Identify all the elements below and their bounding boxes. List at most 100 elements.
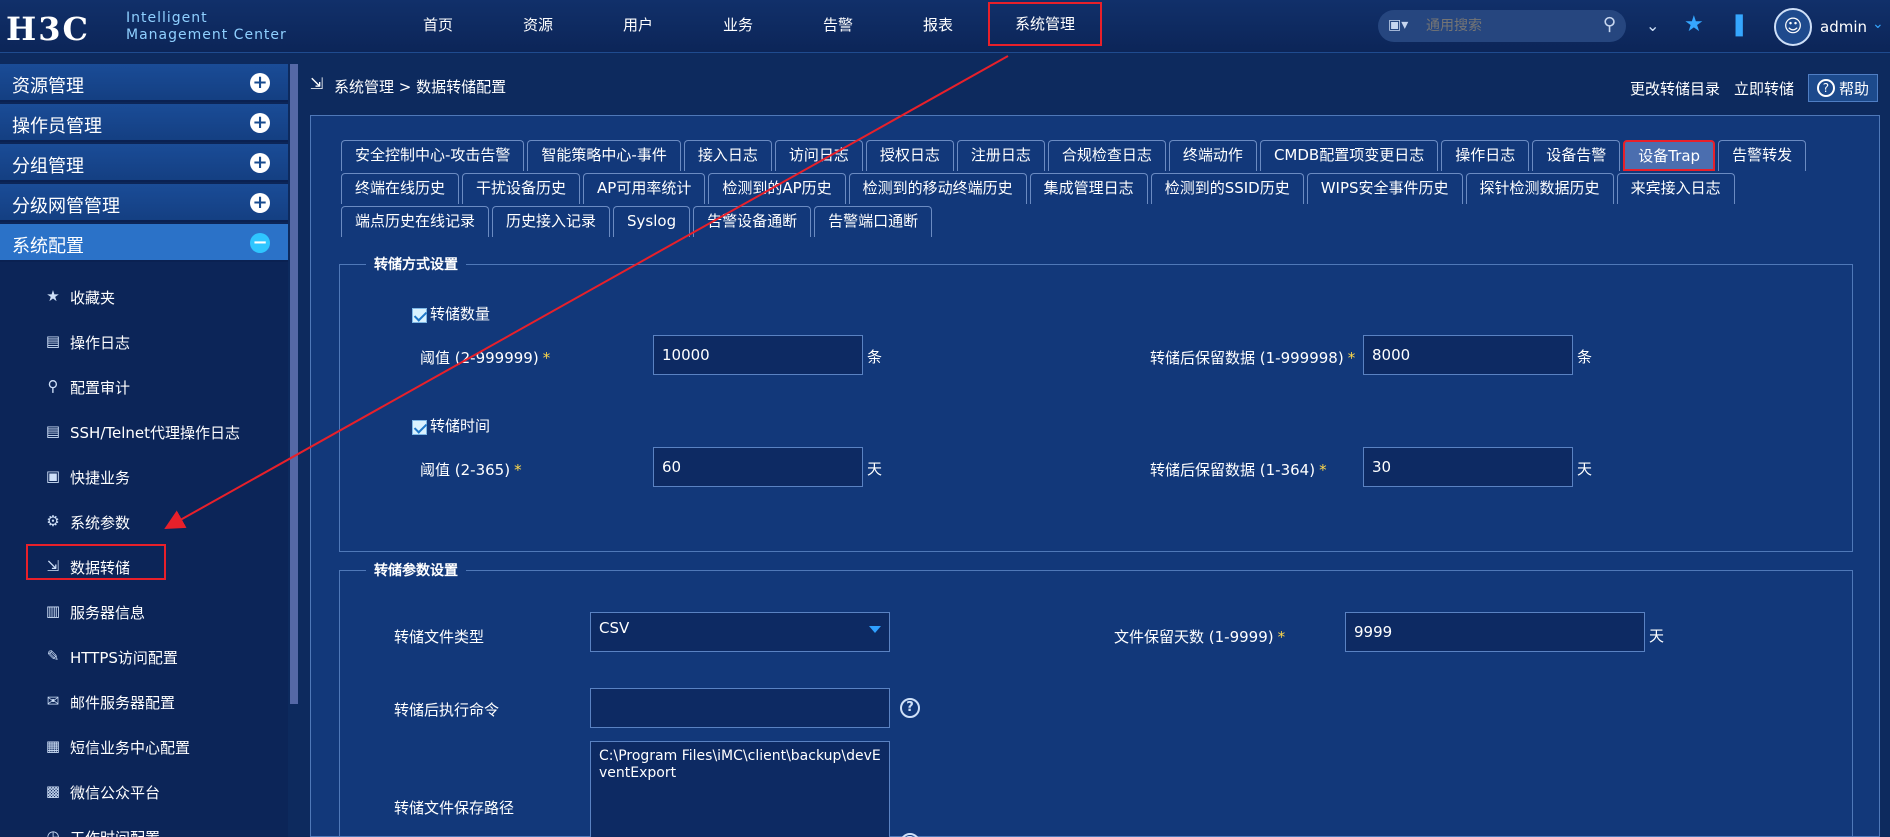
tab-ap-availability[interactable]: AP可用率统计: [583, 173, 706, 204]
tab-detected-ssid-history[interactable]: 检测到的SSID历史: [1150, 173, 1304, 204]
tab-detected-mobile-terminal-history[interactable]: 检测到的移动终端历史: [848, 173, 1027, 204]
time-threshold-label: 阈值 (2-365) *: [420, 461, 522, 479]
time-keep-input[interactable]: 30: [1363, 447, 1573, 487]
expand-plus-icon[interactable]: +: [250, 113, 270, 133]
tab-wips-event-history[interactable]: WIPS安全事件历史: [1306, 173, 1463, 204]
sidebar-group-group-management[interactable]: 分组管理 +: [0, 144, 288, 182]
sidebar-group-resource[interactable]: 资源管理 +: [0, 64, 288, 102]
sidebar-item-server-info[interactable]: ▥ 服务器信息: [0, 593, 288, 629]
sidebar-item-ssh-telnet-log[interactable]: ▤ SSH/Telnet代理操作日志: [0, 413, 288, 449]
dump-mode-section: 转储方式设置 转储数量 阈值 (2-999999) * 10000 条 转储后保留…: [339, 254, 1853, 552]
expand-plus-icon[interactable]: +: [250, 73, 270, 93]
save-path-textarea[interactable]: C:\Program Files\iMC\client\backup\devEv…: [590, 741, 890, 837]
dump-by-time-checkbox[interactable]: [412, 420, 427, 435]
sidebar-item-work-time[interactable]: ◷ 工作时间配置: [0, 818, 288, 837]
clipboard-icon: ▤: [45, 332, 61, 350]
tab-compliance-log[interactable]: 合规检查日志: [1047, 140, 1166, 171]
sidebar-group-operator[interactable]: 操作员管理 +: [0, 104, 288, 142]
nav-reports[interactable]: 报表: [888, 0, 988, 53]
search-icon[interactable]: ⚲: [1603, 14, 1616, 35]
tab-device-trap[interactable]: 设备Trap: [1623, 140, 1716, 171]
tab-access-log[interactable]: 接入日志: [683, 140, 772, 171]
tab-row-1: 安全控制中心-攻击告警 智能策略中心-事件 接入日志 访问日志 授权日志 注册日…: [341, 140, 1871, 173]
sidebar-item-wechat[interactable]: ▩ 微信公众平台: [0, 773, 288, 809]
star-icon[interactable]: ★: [1684, 12, 1704, 37]
dump-by-count-label: 转储数量: [430, 305, 491, 323]
tab-detected-ap-history[interactable]: 检测到的AP历史: [708, 173, 846, 204]
tab-endpoint-online-history[interactable]: 端点历史在线记录: [341, 206, 490, 237]
tab-guest-access-log[interactable]: 来宾接入日志: [1616, 173, 1735, 204]
nav-system-management[interactable]: 系统管理: [988, 2, 1102, 46]
tab-policy-event[interactable]: 智能策略中心-事件: [527, 140, 681, 171]
help-icon[interactable]: ?: [900, 833, 920, 837]
user-name[interactable]: admin: [1820, 18, 1867, 36]
retain-days-input[interactable]: 9999: [1345, 612, 1645, 652]
count-threshold-unit: 条: [867, 348, 883, 366]
nav-services[interactable]: 业务: [688, 0, 788, 53]
nav-users[interactable]: 用户: [588, 0, 688, 53]
sidebar-item-system-params[interactable]: ⚙ 系统参数: [0, 503, 288, 539]
count-keep-input[interactable]: 8000: [1363, 335, 1573, 375]
help-button[interactable]: ? 帮助: [1807, 74, 1878, 102]
sidebar-item-https-config[interactable]: ✎ HTTPS访问配置: [0, 638, 288, 674]
expand-plus-icon[interactable]: +: [250, 153, 270, 173]
id-card-icon: ▣: [45, 467, 61, 485]
user-avatar[interactable]: ☺: [1774, 8, 1812, 46]
sidebar-item-operation-log[interactable]: ▤ 操作日志: [0, 323, 288, 359]
tab-alarm-device-connectivity[interactable]: 告警设备通断: [693, 206, 812, 237]
tab-cmdb-change-log[interactable]: CMDB配置项变更日志: [1259, 140, 1439, 171]
sidebar-item-favorites[interactable]: ★ 收藏夹: [0, 278, 288, 314]
clock-icon: ◷: [46, 827, 60, 837]
tab-device-alarm[interactable]: 设备告警: [1532, 140, 1621, 171]
search-input[interactable]: [1426, 16, 1586, 36]
count-threshold-input[interactable]: 10000: [653, 335, 863, 375]
sidebar-item-mail-server[interactable]: ✉ 邮件服务器配置: [0, 683, 288, 719]
help-icon[interactable]: ?: [900, 698, 920, 718]
tab-interference-device-history[interactable]: 干扰设备历史: [462, 173, 581, 204]
sms-gear-icon: ▦: [45, 737, 61, 755]
sidebar-item-sms-center[interactable]: ▦ 短信业务中心配置: [0, 728, 288, 764]
tab-operation-log[interactable]: 操作日志: [1441, 140, 1530, 171]
star-icon: ★: [46, 287, 60, 305]
search-scope-icon[interactable]: ▣▾: [1388, 17, 1408, 33]
gear-icon: ⚙: [46, 512, 60, 530]
file-type-select[interactable]: CSV: [590, 612, 890, 652]
top-bar: H3C Intelligent Management Center 首页 资源 …: [0, 0, 1890, 53]
tab-registration-log[interactable]: 注册日志: [956, 140, 1045, 171]
dump-by-count-checkbox[interactable]: [412, 308, 427, 323]
magnifier-icon: ⚲: [47, 377, 59, 395]
time-keep-unit: 天: [1577, 460, 1593, 478]
tab-row-2: 终端在线历史 干扰设备历史 AP可用率统计 检测到的AP历史 检测到的移动终端历…: [341, 173, 1871, 206]
h3c-logo[interactable]: H3C Intelligent Management Center: [6, 8, 296, 48]
tab-visit-log[interactable]: 访问日志: [774, 140, 863, 171]
tab-syslog[interactable]: Syslog: [613, 206, 691, 237]
tab-authorization-log[interactable]: 授权日志: [865, 140, 954, 171]
tab-integration-log[interactable]: 集成管理日志: [1029, 173, 1148, 204]
sidebar-item-config-audit[interactable]: ⚲ 配置审计: [0, 368, 288, 404]
tab-alarm-forward[interactable]: 告警转发: [1718, 140, 1807, 171]
user-menu-chevron-icon[interactable]: ⌄: [1872, 16, 1884, 32]
tab-security-attack-alarm[interactable]: 安全控制中心-攻击告警: [341, 140, 525, 171]
nav-alarms[interactable]: 告警: [788, 0, 888, 53]
sidebar-item-quick-service[interactable]: ▣ 快捷业务: [0, 458, 288, 494]
tab-terminal-action[interactable]: 终端动作: [1168, 140, 1257, 171]
change-dump-dir-link[interactable]: 更改转储目录: [1630, 78, 1720, 99]
dump-now-link[interactable]: 立即转储: [1734, 78, 1794, 99]
post-command-input[interactable]: [590, 688, 890, 728]
logo-mark: H3C: [6, 10, 90, 48]
tab-historical-access[interactable]: 历史接入记录: [492, 206, 611, 237]
export-icon: ⇲: [310, 74, 324, 93]
expand-plus-icon[interactable]: +: [250, 193, 270, 213]
tab-probe-data-history[interactable]: 探针检测数据历史: [1465, 173, 1614, 204]
sidebar-group-hierarchical-nms[interactable]: 分级网管管理 +: [0, 184, 288, 222]
sidebar-scrollbar[interactable]: [290, 64, 298, 704]
nav-home[interactable]: 首页: [388, 0, 488, 53]
tab-terminal-online-history[interactable]: 终端在线历史: [341, 173, 460, 204]
sidebar-group-system-config[interactable]: 系统配置 −: [0, 224, 288, 262]
bookmark-icon[interactable]: ❚: [1730, 12, 1748, 37]
nav-resources[interactable]: 资源: [488, 0, 588, 53]
expand-chevron-icon[interactable]: ⌄: [1646, 16, 1659, 35]
collapse-minus-icon[interactable]: −: [250, 233, 270, 253]
tab-alarm-port-connectivity[interactable]: 告警端口通断: [814, 206, 933, 237]
time-threshold-input[interactable]: 60: [653, 447, 863, 487]
